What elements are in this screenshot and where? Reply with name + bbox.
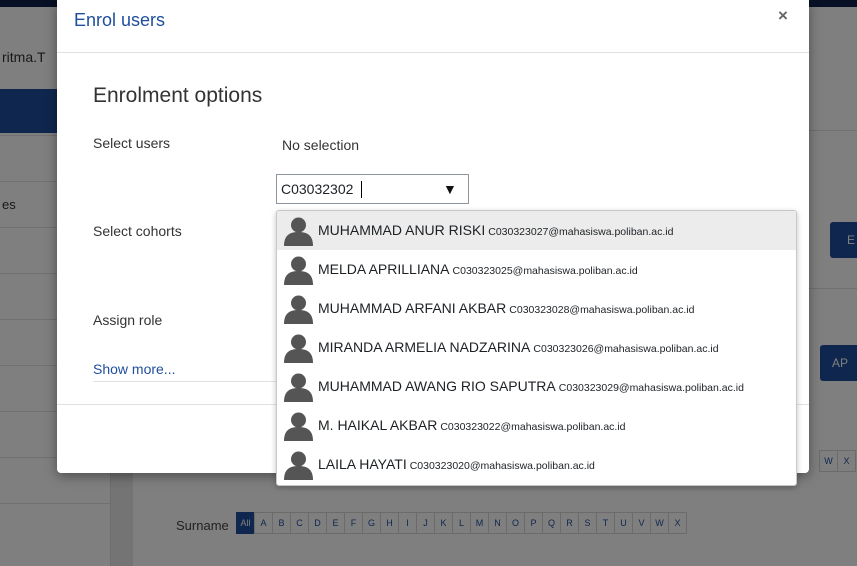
modal-title: Enrol users: [74, 10, 166, 30]
dropdown-toggle-icon[interactable]: ▼: [443, 181, 457, 197]
user-fullname: MUHAMMAD ANUR RISKI: [318, 222, 486, 238]
suggestion-name: M. HAIKAL AKBAR C030323022@mahasiswa.poli…: [318, 417, 626, 433]
assign-role-label: Assign role: [93, 312, 163, 328]
suggestion-name: MIRANDA ARMELIA NADZARINA C030323026@maha…: [318, 339, 719, 355]
user-fullname: MELDA APRILLIANA: [318, 261, 450, 277]
show-more-link[interactable]: Show more...: [93, 361, 175, 377]
user-avatar-icon: [283, 332, 314, 363]
selected-users-value: No selection: [282, 137, 360, 153]
user-fullname: MUHAMMAD ARFANI AKBAR: [318, 300, 507, 316]
user-avatar-icon: [283, 449, 314, 480]
user-suggestion-item[interactable]: MUHAMMAD ANUR RISKI C030323027@mahasiswa.…: [277, 211, 796, 250]
user-fullname: MIRANDA ARMELIA NADZARINA: [318, 339, 531, 355]
user-fullname: M. HAIKAL AKBAR: [318, 417, 438, 433]
user-fullname: MUHAMMAD AWANG RIO SAPUTRA: [318, 378, 556, 394]
search-input-text: C03032302: [281, 181, 354, 197]
close-icon[interactable]: ×: [778, 6, 788, 26]
user-suggestion-item[interactable]: M. IQBAL HARIMURTIC030323023@mahasiswa.p…: [277, 484, 796, 485]
user-email: C030323028@mahasiswa.poliban.ac.id: [509, 304, 695, 316]
user-suggestion-item[interactable]: MUHAMMAD ARFANI AKBAR C030323028@mahasisw…: [277, 289, 796, 328]
text-caret: [361, 181, 362, 198]
user-suggestion-item[interactable]: MUHAMMAD AWANG RIO SAPUTRA C030323029@mah…: [277, 367, 796, 406]
suggestion-name: MUHAMMAD AWANG RIO SAPUTRA C030323029@mah…: [318, 378, 744, 394]
user-avatar-icon: [283, 215, 314, 246]
modal-header: Enrol users ×: [57, 0, 809, 53]
user-suggestions-list: MUHAMMAD ANUR RISKI C030323027@mahasiswa.…: [276, 210, 797, 486]
select-users-label: Select users: [93, 135, 171, 151]
user-email: C030323020@mahasiswa.poliban.ac.id: [409, 460, 595, 472]
user-avatar-icon: [283, 293, 314, 324]
user-suggestion-item[interactable]: LAILA HAYATI C030323020@mahasiswa.poliban…: [277, 445, 796, 484]
user-search-input[interactable]: C03032302 ▼: [276, 174, 469, 204]
user-fullname: LAILA HAYATI: [318, 456, 407, 472]
user-email: C030323022@mahasiswa.poliban.ac.id: [440, 421, 626, 433]
suggestion-name: MELDA APRILLIANA C030323025@mahasiswa.pol…: [318, 261, 638, 277]
suggestion-name: MUHAMMAD ANUR RISKI C030323027@mahasiswa.…: [318, 222, 673, 238]
user-suggestion-item[interactable]: M. HAIKAL AKBAR C030323022@mahasiswa.poli…: [277, 406, 796, 445]
user-avatar-icon: [283, 254, 314, 285]
user-email: C030323026@mahasiswa.poliban.ac.id: [533, 343, 719, 355]
user-avatar-icon: [283, 371, 314, 402]
suggestion-name: MUHAMMAD ARFANI AKBAR C030323028@mahasisw…: [318, 300, 694, 316]
user-email: C030323027@mahasiswa.poliban.ac.id: [488, 226, 674, 238]
user-suggestion-item[interactable]: MIRANDA ARMELIA NADZARINA C030323026@maha…: [277, 328, 796, 367]
user-email: C030323029@mahasiswa.poliban.ac.id: [558, 382, 744, 394]
suggestion-name: LAILA HAYATI C030323020@mahasiswa.poliban…: [318, 456, 595, 472]
enrolment-options-heading: Enrolment options: [93, 84, 263, 107]
user-suggestion-item[interactable]: MELDA APRILLIANA C030323025@mahasiswa.pol…: [277, 250, 796, 289]
user-email: C030323025@mahasiswa.poliban.ac.id: [452, 265, 638, 277]
user-avatar-icon: [283, 410, 314, 441]
select-cohorts-label: Select cohorts: [93, 223, 182, 239]
